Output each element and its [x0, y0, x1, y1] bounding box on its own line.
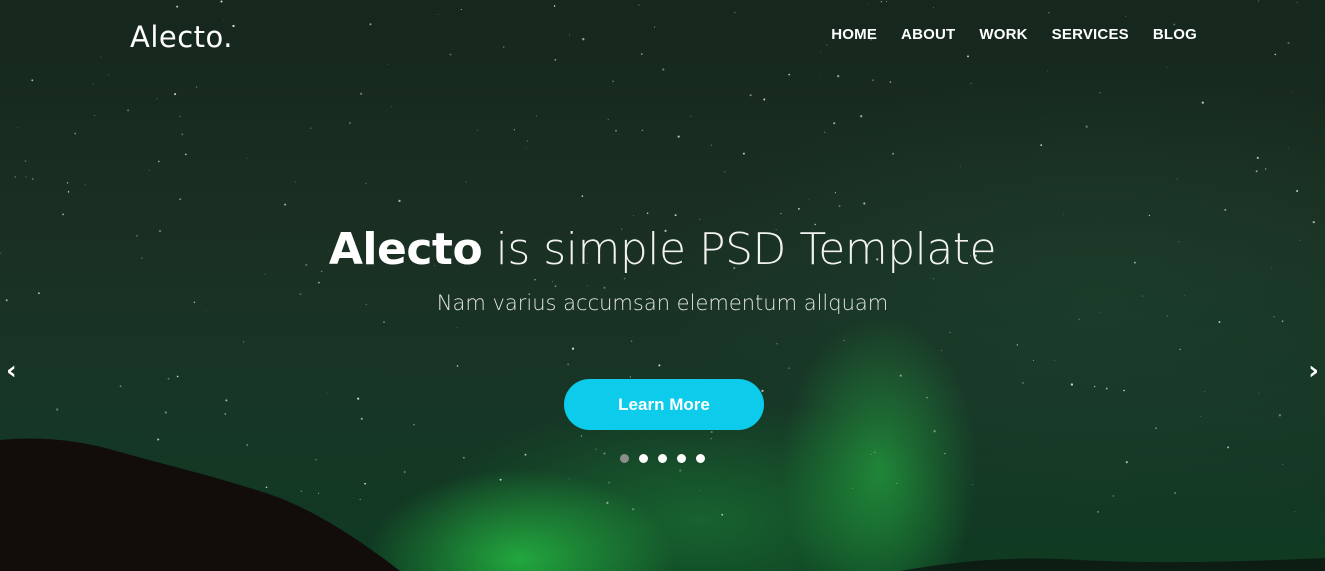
carousel-indicators — [620, 454, 705, 463]
mountain-silhouette — [0, 438, 1325, 571]
hero-title: Alecto is simple PSD Template — [0, 224, 1325, 275]
nav-item-services[interactable]: SERVICES — [1052, 26, 1129, 43]
chevron-right-icon[interactable]: › — [1308, 358, 1319, 384]
chevron-left-icon[interactable]: ‹ — [6, 358, 17, 384]
nav-item-about[interactable]: ABOUT — [901, 26, 955, 43]
hero-section: Alecto. HOME ABOUT WORK SERVICES BLOG Al… — [0, 0, 1325, 571]
learn-more-button[interactable]: Learn More — [564, 379, 764, 430]
carousel-dot-4[interactable] — [677, 454, 686, 463]
nav-item-blog[interactable]: BLOG — [1153, 26, 1197, 43]
hero-subtitle: Nam varius accumsan elementum allquam — [436, 291, 889, 315]
hero-title-rest: is simple PSD Template — [482, 224, 997, 275]
brand-logo[interactable]: Alecto. — [130, 20, 233, 54]
carousel-dot-3[interactable] — [658, 454, 667, 463]
carousel-dot-1[interactable] — [620, 454, 629, 463]
main-nav: HOME ABOUT WORK SERVICES BLOG — [831, 26, 1197, 43]
carousel-dot-5[interactable] — [696, 454, 705, 463]
nav-item-work[interactable]: WORK — [979, 26, 1027, 43]
nav-item-home[interactable]: HOME — [831, 26, 877, 43]
carousel-dot-2[interactable] — [639, 454, 648, 463]
starfield-background — [0, 0, 1315, 520]
hero-title-brand: Alecto — [328, 224, 483, 275]
